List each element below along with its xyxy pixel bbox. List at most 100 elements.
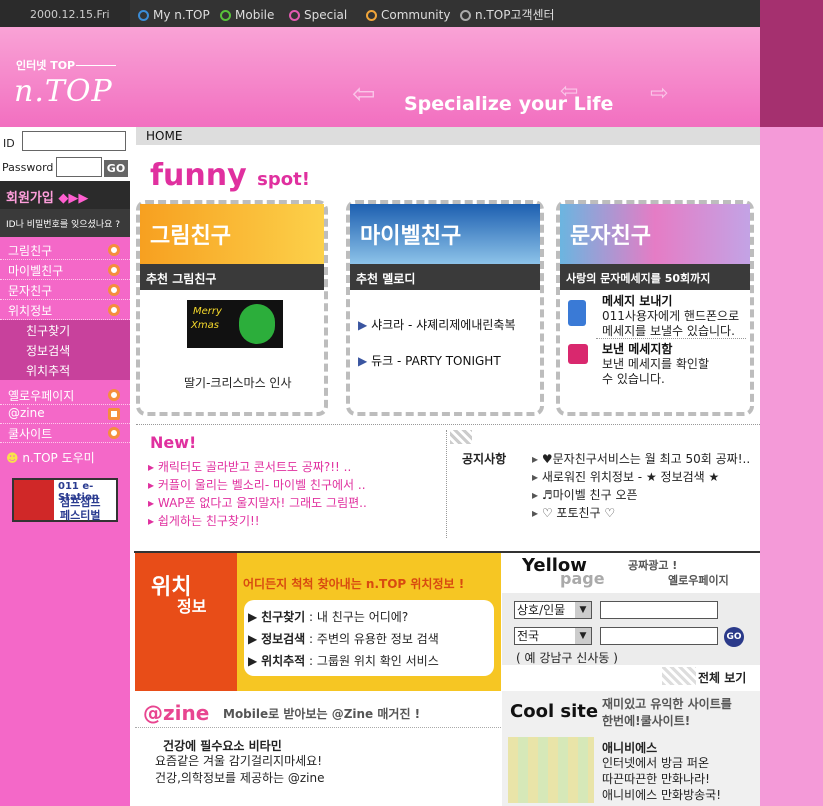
bullet-arrow-icon: ▶ [248, 632, 258, 646]
yellowpage-panel: Yellow page 공짜광고 ! 옐로우페이지 상호/인물 ▼ 전국 ▼ GO … [502, 553, 760, 691]
bullet-arrow-icon: ▸ [532, 452, 539, 466]
bullet-arrow-icon: ▶ [248, 654, 258, 668]
nav-community[interactable]: Community [366, 0, 450, 27]
xmas-thumbnail[interactable]: Merry Xmas [187, 300, 283, 348]
divider [136, 424, 760, 425]
phone-icon [568, 300, 586, 326]
sun-icon [108, 244, 120, 256]
bullet-arrow-icon: ▸ [532, 488, 539, 502]
view-all-button[interactable]: 전체 보기 [698, 669, 746, 686]
breadcrumb: HOME [136, 127, 760, 145]
sidebar-item-text-friend[interactable]: 문자친구 [0, 280, 130, 300]
bullet-arrow-icon: ▶ [358, 354, 368, 368]
zine-icon [108, 408, 120, 420]
logo-tagline: 인터넷 TOP [16, 59, 76, 72]
location-row-tracking[interactable]: ▶ 위치추적 : 그룹원 위치 확인 서비스 [248, 652, 439, 669]
bullet-arrow-icon: ▸ [532, 506, 539, 520]
new-section-title: New! [150, 433, 197, 452]
notice-item[interactable]: ▸ 새로워진 위치정보 - ★ 정보검색 ★ [532, 468, 719, 485]
yellowpage-go-button[interactable]: GO [724, 627, 744, 647]
bullet-arrow-icon: ▶ [248, 610, 258, 624]
melody-item[interactable]: ▶ 듀크 - PARTY TONIGHT [358, 352, 501, 369]
join-link[interactable]: 회원가입 ◆▶▶ [0, 181, 130, 209]
pattern-decoration [662, 667, 696, 685]
pattern-decoration [450, 430, 472, 444]
bullet-arrow-icon: ▸ [148, 514, 155, 528]
card-picture-friend: 그림친구 추천 그림친구 Merry Xmas 딸기-크리스마스 인사 [136, 200, 328, 416]
sidebar-item-location[interactable]: 위치정보 [0, 300, 130, 320]
forgot-password-link[interactable]: ID나 비밀번호를 잊으셨나요 ? [0, 209, 130, 237]
new-item[interactable]: ▸ 커플이 울리는 벨소리- 마이벨 친구에서 .. [148, 476, 366, 493]
coolsite-logo: Cool site [510, 701, 599, 722]
ring-icon [138, 10, 149, 21]
divider [446, 430, 447, 538]
name-search-input[interactable] [600, 601, 718, 619]
notice-title: 공지사항 [462, 452, 507, 466]
bullet-arrow-icon: ▸ [148, 496, 155, 510]
melody-item[interactable]: ▶ 샤크라 - 샤졔리제에내린축복 [358, 316, 516, 333]
notice-item[interactable]: ▸ ♬마이벨 친구 오픈 [532, 486, 638, 503]
sidebar-subitem-info-search[interactable]: 정보검색 [0, 340, 130, 360]
phone-icon [108, 389, 120, 401]
help-link[interactable]: ☻ n.TOP 도우미 [6, 449, 95, 466]
sidebar-item-mybell-friend[interactable]: 마이벨친구 [0, 260, 130, 280]
bullet-arrow-icon: ▶ [358, 318, 368, 332]
location-side-panel: 위치 정보 [135, 553, 237, 691]
chevron-down-icon: ▼ [575, 602, 591, 618]
bullet-arrow-icon: ▸ [148, 478, 155, 492]
region-select[interactable]: 전국 ▼ [514, 627, 592, 645]
nav-customer-center[interactable]: n.TOP고객센터 [460, 0, 555, 27]
card-mybell-friend: 마이벨친구 추천 멜로디 ▶ 샤크라 - 샤졔리제에내린축복 ▶ 듀크 - PA… [346, 200, 544, 416]
notice-item[interactable]: ▸ ♡ 포토친구 ♡ [532, 504, 615, 521]
nav-mobile[interactable]: Mobile [220, 0, 274, 27]
login-go-button[interactable]: GO [104, 160, 128, 177]
divider [596, 338, 746, 339]
notice-item[interactable]: ▸ ♥문자친구서비스는 월 최고 50회 공짜!.. [532, 450, 750, 467]
nav-special[interactable]: Special [289, 0, 347, 27]
divider [135, 727, 501, 728]
target-icon [108, 304, 120, 316]
coolsite-panel: Cool site 재미있고 유익한 사이트를 한번에!쿨사이트! 애니비에스 … [502, 691, 760, 806]
bullet-arrow-icon: ▸ [148, 460, 155, 474]
ring-icon [289, 10, 300, 21]
password-label: Password [2, 161, 54, 174]
site-logo[interactable]: n.TOP [14, 74, 113, 109]
card-caption[interactable]: 딸기-크리스마스 인사 [184, 374, 292, 391]
header-banner: ⇦ ⇦ ⇨ [0, 27, 760, 127]
santa-icon [14, 480, 54, 520]
id-label: ID [3, 137, 15, 150]
sidebar-subitem-find-friend[interactable]: 친구찾기 [0, 320, 130, 340]
address-search-input[interactable] [600, 627, 718, 645]
id-input[interactable] [22, 131, 126, 151]
zine-logo: @zine [143, 701, 210, 725]
arrow-decoration-icon: ⇨ [650, 81, 669, 106]
ring-icon [460, 10, 471, 21]
header-slogan: Specialize your Life [404, 93, 614, 115]
logo-divider [76, 65, 116, 66]
sidebar-item-zine[interactable]: @zine [0, 404, 130, 424]
funny-spot-title: funny spot! [150, 158, 310, 193]
new-item[interactable]: ▸ 캐릭터도 골라받고 콘서트도 공짜?!! .. [148, 458, 351, 475]
category-select[interactable]: 상호/인물 ▼ [514, 601, 592, 619]
new-item[interactable]: ▸ WAP폰 없다고 울지말자! 그래도 그림편.. [148, 494, 367, 511]
location-row-find-friend[interactable]: ▶ 친구찾기 : 내 친구는 어디에? [248, 608, 408, 625]
sidebar-item-coolsite[interactable]: 쿨사이트 [0, 423, 130, 443]
banner-011-festival[interactable]: 011 e-Station 점프점프 페스티벌 [12, 478, 118, 522]
sidebar-item-picture-friend[interactable]: 그림친구 [0, 240, 130, 260]
password-input[interactable] [56, 157, 102, 177]
new-item[interactable]: ▸ 쉽게하는 친구찾기!! [148, 512, 260, 529]
sidebar-item-yellowpage[interactable]: 옐로우페이지 [0, 385, 130, 405]
bulb-icon [108, 427, 120, 439]
helper-icon: ☻ [6, 451, 19, 465]
bullet-arrow-icon: ▸ [532, 470, 539, 484]
ring-icon [366, 10, 377, 21]
chevron-down-icon: ▼ [575, 628, 591, 644]
location-row-info-search[interactable]: ▶ 정보검색 : 주변의 유용한 정보 검색 [248, 630, 439, 647]
mailbox-icon [568, 344, 588, 364]
sidebar-subitem-tracking[interactable]: 위치추적 [0, 360, 130, 380]
date-display: 2000.12.15.Fri [0, 0, 130, 27]
site-thumbnail[interactable] [508, 737, 594, 803]
nav-my-ntop[interactable]: My n.TOP [138, 0, 210, 27]
card-text-friend: 문자친구 사랑의 문자메세지를 50회까지 메세지 보내기 011사용자에게 핸… [556, 200, 754, 416]
ring-icon [220, 10, 231, 21]
